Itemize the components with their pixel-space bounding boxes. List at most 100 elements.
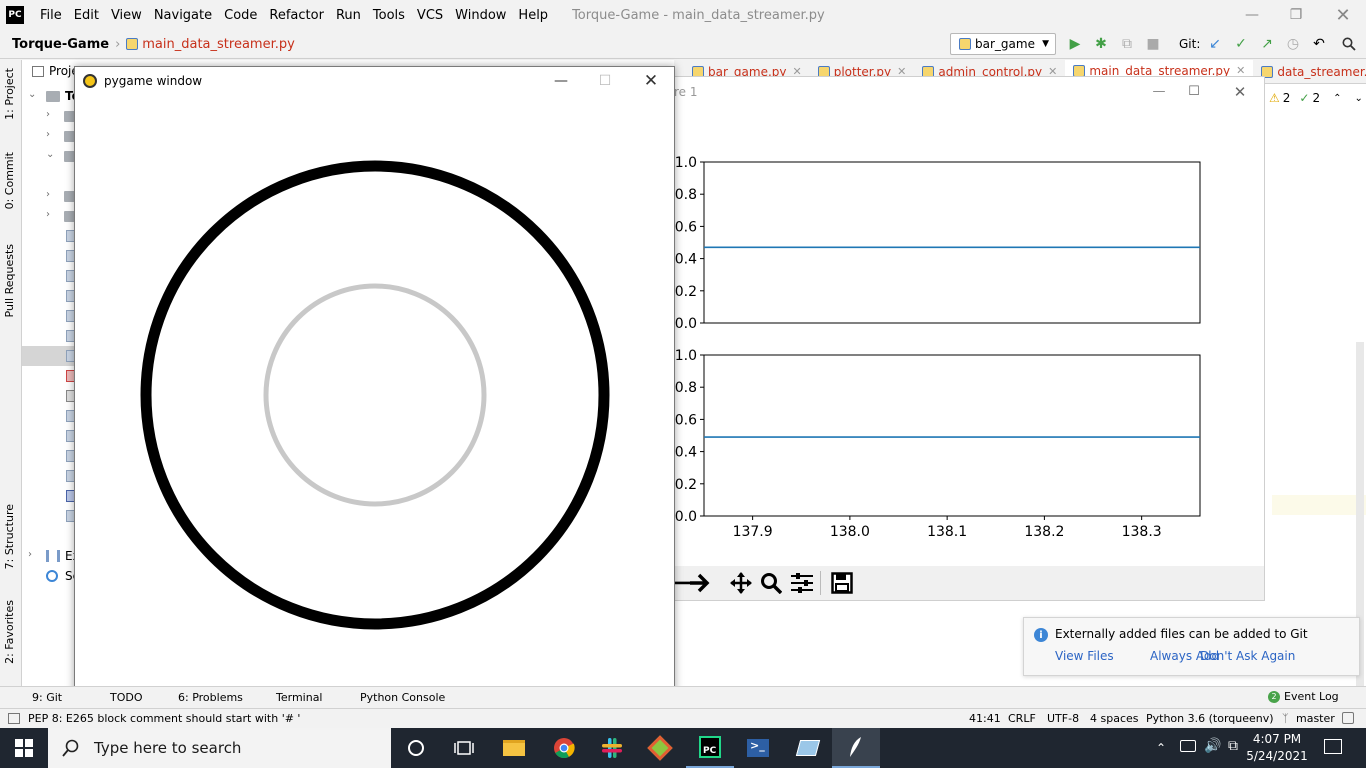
minimize-icon[interactable]: — [1229, 0, 1275, 30]
configure-icon[interactable] [789, 570, 815, 596]
pygame-minimize-icon[interactable]: — [538, 67, 584, 95]
tree-item[interactable] [22, 306, 82, 326]
tool-tab-structure[interactable]: 7: Structure [3, 504, 16, 569]
tool-tab-problems[interactable]: 6: Problems [178, 691, 243, 704]
menu-vcs[interactable]: VCS [411, 8, 449, 23]
figure-maximize-icon[interactable]: ☐ [1174, 80, 1214, 104]
run-config-dropdown[interactable]: bar_game ▼ [950, 33, 1056, 55]
volume-icon[interactable]: 🔊 [1204, 738, 1221, 754]
tool-tab-python-console[interactable]: Python Console [360, 691, 445, 704]
debug-icon[interactable]: ✱ [1092, 35, 1110, 53]
menu-tools[interactable]: Tools [367, 8, 411, 23]
rollback-icon[interactable]: ↶ [1310, 35, 1328, 53]
pygame-close-icon[interactable]: ✕ [628, 67, 674, 95]
editor-tab-data-streamer[interactable]: data_streamer.py✕ [1253, 60, 1366, 84]
git-branch[interactable]: master [1296, 712, 1335, 725]
wifi-icon[interactable]: ⧉ [1228, 738, 1238, 754]
slack-icon[interactable] [588, 728, 636, 768]
menu-navigate[interactable]: Navigate [148, 8, 218, 23]
project-panel-header[interactable]: Proje [32, 64, 79, 78]
restore-icon[interactable]: ❐ [1273, 0, 1319, 30]
cortana-icon[interactable] [392, 728, 440, 768]
menu-view[interactable]: View [105, 8, 148, 23]
coverage-icon[interactable]: ⧉ [1118, 35, 1136, 53]
tree-item[interactable]: › [22, 186, 82, 206]
tree-item[interactable]: › [22, 126, 82, 146]
tool-tab-favorites[interactable]: 2: Favorites [3, 600, 16, 664]
tree-item-root[interactable]: ⌄ To [22, 86, 82, 106]
tree-item[interactable]: ⌄ [22, 146, 82, 166]
search-everywhere-icon[interactable] [1340, 35, 1358, 53]
tree-item[interactable] [22, 426, 82, 446]
status-toggle-icon[interactable] [8, 713, 20, 724]
tree-item[interactable] [22, 286, 82, 306]
virtualbox-icon[interactable] [784, 728, 832, 768]
tree-item-scratches[interactable]: Sc [22, 566, 82, 586]
action-center-icon[interactable] [1324, 739, 1342, 754]
line-separator[interactable]: CRLF [1008, 712, 1036, 725]
menu-refactor[interactable]: Refactor [263, 8, 330, 23]
event-log-tab[interactable]: 2 Event Log [1268, 690, 1339, 703]
show-hidden-icons[interactable]: ⌃ [1156, 741, 1166, 755]
windows-start-icon[interactable] [0, 728, 48, 768]
tool-tab-pull-requests[interactable]: Pull Requests [3, 244, 16, 317]
pycharm-taskbar-icon[interactable]: PC [686, 728, 734, 768]
tree-item-selected[interactable] [22, 346, 82, 366]
chevron-down-icon[interactable]: ⌄ [1355, 93, 1363, 104]
tool-tab-git[interactable]: 9: Git [32, 691, 62, 704]
menu-run[interactable]: Run [330, 8, 367, 23]
menu-code[interactable]: Code [218, 8, 263, 23]
tree-item[interactable] [22, 266, 82, 286]
history-icon[interactable]: ◷ [1284, 35, 1302, 53]
chrome-icon[interactable] [540, 728, 588, 768]
battery-icon[interactable] [1180, 740, 1196, 752]
run-icon[interactable]: ▶ [1066, 35, 1084, 53]
python-interpreter[interactable]: Python 3.6 (torqueenv) [1146, 712, 1274, 725]
taskbar-search[interactable]: Type here to search [48, 728, 391, 768]
tool-tab-todo[interactable]: TODO [110, 691, 143, 704]
tree-item[interactable] [22, 326, 82, 346]
file-explorer-icon[interactable] [490, 728, 538, 768]
forward-arrow-icon[interactable] [687, 570, 713, 596]
figure-close-icon[interactable]: ✕ [1220, 80, 1260, 104]
tree-item[interactable] [22, 366, 82, 386]
tree-item[interactable] [22, 506, 82, 526]
tree-item[interactable] [22, 226, 82, 246]
git-push-icon[interactable]: ↗ [1258, 35, 1276, 53]
tree-item[interactable] [22, 466, 82, 486]
git-update-icon[interactable]: ↙ [1206, 35, 1224, 53]
menu-edit[interactable]: Edit [68, 8, 105, 23]
stop-icon[interactable]: ■ [1144, 35, 1162, 53]
tree-item[interactable] [22, 486, 82, 506]
file-encoding[interactable]: UTF-8 [1047, 712, 1079, 725]
tree-item-external-libraries[interactable]: › Ex [22, 546, 82, 566]
python-feather-icon[interactable] [832, 728, 880, 768]
chevron-up-icon[interactable]: ⌃ [1333, 93, 1341, 104]
view-files-link[interactable]: View Files [1055, 649, 1114, 663]
lock-icon[interactable] [1342, 712, 1354, 724]
task-view-icon[interactable] [440, 728, 488, 768]
tree-item[interactable]: › [22, 106, 82, 126]
save-icon[interactable] [829, 570, 855, 596]
pan-icon[interactable] [728, 570, 754, 596]
tool-tab-project[interactable]: 1: Project [3, 68, 16, 120]
system-clock[interactable]: 4:07 PM 5/24/2021 [1242, 731, 1312, 765]
menu-file[interactable]: File [34, 8, 68, 23]
caret-position[interactable]: 41:41 [969, 712, 1001, 725]
tree-item[interactable] [22, 446, 82, 466]
pygame-titlebar[interactable]: pygame window — ☐ ✕ [75, 67, 674, 95]
tool-tab-commit[interactable]: 0: Commit [3, 152, 16, 209]
indent-setting[interactable]: 4 spaces [1090, 712, 1139, 725]
breadcrumb-file[interactable]: main_data_streamer.py [142, 37, 295, 52]
breadcrumb-project[interactable]: Torque-Game [12, 37, 109, 52]
menu-window[interactable]: Window [449, 8, 512, 23]
tree-item[interactable] [22, 406, 82, 426]
close-icon[interactable]: ✕ [1320, 0, 1366, 30]
tool-tab-terminal[interactable]: Terminal [276, 691, 323, 704]
pygame-canvas[interactable] [75, 95, 674, 694]
figure-minimize-icon[interactable]: — [1139, 80, 1179, 104]
git-kraken-icon[interactable] [636, 728, 684, 768]
dont-ask-again-link[interactable]: Don't Ask Again [1200, 649, 1295, 663]
git-commit-icon[interactable]: ✓ [1232, 35, 1250, 53]
tree-item[interactable] [22, 386, 82, 406]
